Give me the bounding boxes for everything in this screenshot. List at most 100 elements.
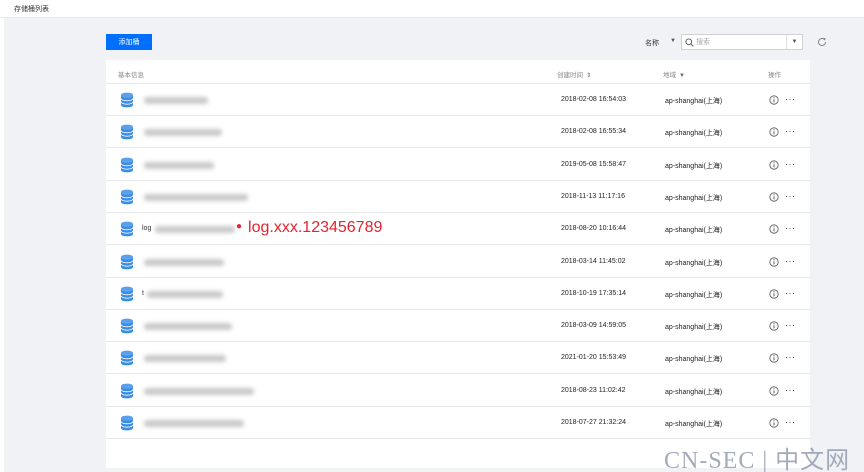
more-icon[interactable]: ··· xyxy=(785,256,796,266)
redacted-name xyxy=(144,129,222,137)
region: ap-shanghai(上海) xyxy=(665,324,723,332)
bucket-icon xyxy=(120,189,134,205)
sort-icon[interactable]: ⇕ xyxy=(586,72,591,79)
annotation-text: log.xxx.123456789 xyxy=(248,219,383,236)
table-row[interactable]: 2018-03-14 11:45:02 ap-shanghai(上海) ··· xyxy=(106,246,810,278)
info-icon[interactable] xyxy=(769,224,779,234)
created-time: 2018-08-20 10:16:44 xyxy=(561,225,626,233)
more-icon[interactable]: ··· xyxy=(785,352,796,362)
filter-caret-icon[interactable]: ▼ xyxy=(670,38,676,44)
refresh-icon[interactable] xyxy=(817,37,827,47)
created-time: 2019-05-08 15:58:47 xyxy=(561,160,626,168)
created-time: 2018-08-23 11:02:42 xyxy=(561,386,626,394)
info-icon[interactable] xyxy=(769,127,779,137)
column-header-operations: 操作 xyxy=(768,72,781,79)
watermark: CN-SEC | 中文网 xyxy=(664,448,851,472)
more-icon[interactable]: ··· xyxy=(785,288,796,298)
region: ap-shanghai(上海) xyxy=(665,421,723,428)
search-input[interactable] xyxy=(696,36,784,48)
region: ap-shanghai(上海) xyxy=(665,291,723,299)
bucket-icon xyxy=(120,383,134,399)
created-time: 2018-11-13 11:17:16 xyxy=(561,192,625,200)
table-row[interactable]: 2018-03-09 14:59:05 ap-shanghai(上海) ··· xyxy=(106,310,810,343)
bucket-icon xyxy=(120,157,134,172)
info-icon[interactable] xyxy=(769,159,779,170)
page-title: 存储桶列表 xyxy=(14,6,49,13)
more-icon[interactable]: ··· xyxy=(785,94,796,104)
more-icon[interactable]: ··· xyxy=(785,191,796,201)
info-icon[interactable] xyxy=(769,386,779,396)
filter-field-label[interactable]: 名称 xyxy=(645,38,659,48)
filter-icon[interactable]: ▼ xyxy=(679,73,685,79)
table-row[interactable]: log 2018-08-20 10:16:44 ap-shanghai(上海) ··· xyxy=(106,213,810,246)
table-row[interactable]: 2019-05-08 15:58:47 ap-shanghai(上海) ··· xyxy=(106,149,810,181)
info-icon[interactable] xyxy=(769,418,779,428)
search-icon xyxy=(685,38,694,47)
column-header-base-info: 基本信息 xyxy=(118,72,144,79)
table-row[interactable]: t 2018-10-19 17:35:14 ap-shanghai(上海) ··· xyxy=(106,278,810,310)
table-row[interactable]: 2018-02-08 16:54:03 ap-shanghai(上海) ··· xyxy=(106,84,810,116)
region: ap-shanghai(上海) xyxy=(665,130,723,138)
more-icon[interactable]: ··· xyxy=(785,159,796,169)
info-icon[interactable] xyxy=(769,95,779,105)
table-row[interactable]: 2018-02-08 16:55:34 ap-shanghai(上海) ··· xyxy=(106,116,810,149)
info-icon[interactable] xyxy=(769,289,779,299)
bucket-icon xyxy=(120,415,134,431)
column-header-created-time[interactable]: 创建时间 ⇕ xyxy=(557,69,591,79)
bucket-icon xyxy=(120,254,134,269)
bucket-name-text: t xyxy=(142,289,144,297)
region: ap-shanghai(上海) xyxy=(665,98,723,105)
column-header-region[interactable]: 地域 ▼ xyxy=(663,69,685,79)
add-bucket-button[interactable]: 添加桶 xyxy=(106,34,152,50)
created-time: 2018-02-08 16:54:03 xyxy=(561,96,626,103)
annotation-label: ● log.xxx.123456789 xyxy=(236,219,382,237)
bucket-icon xyxy=(120,124,134,140)
bucket-icon xyxy=(120,318,134,334)
created-time: 2018-03-14 11:45:02 xyxy=(561,257,626,265)
created-time: 2018-07-27 21:32:24 xyxy=(561,419,626,426)
redacted-name xyxy=(144,323,232,331)
info-icon[interactable] xyxy=(769,256,779,267)
redacted-name xyxy=(144,97,208,104)
region: ap-shanghai(上海) xyxy=(665,227,723,235)
redacted-name xyxy=(144,161,214,169)
bucket-icon xyxy=(120,286,134,302)
search-box[interactable]: ▼ xyxy=(681,34,803,50)
left-strip xyxy=(0,18,4,318)
table-row[interactable]: 2018-11-13 11:17:16 ap-shanghai(上海) ··· xyxy=(106,181,810,213)
table-row[interactable]: 2018-08-23 11:02:42 ap-shanghai(上海) ··· xyxy=(106,375,810,407)
info-icon[interactable] xyxy=(769,321,779,331)
region: ap-shanghai(上海) xyxy=(665,388,723,396)
redacted-name xyxy=(144,420,244,427)
search-dropdown-icon[interactable]: ▼ xyxy=(786,35,802,49)
redacted-name xyxy=(144,387,254,395)
bucket-table: 基本信息 创建时间 ⇕ 地域 ▼ 操作 2018-02-08 16:54:03 ap-… xyxy=(106,60,810,468)
bucket-icon xyxy=(120,92,134,108)
created-time: 2018-03-09 14:59:05 xyxy=(561,322,626,330)
more-icon[interactable]: ··· xyxy=(785,126,796,136)
bucket-icon xyxy=(120,221,134,237)
top-bar: 存储桶列表 xyxy=(0,0,864,18)
more-icon[interactable]: ··· xyxy=(785,385,796,395)
redacted-name xyxy=(144,355,226,363)
region: ap-shanghai(上海) xyxy=(665,356,723,364)
created-time: 2021-01-20 15:53:49 xyxy=(561,354,626,362)
region: ap-shanghai(上海) xyxy=(665,194,723,202)
bucket-icon xyxy=(120,350,134,366)
info-icon[interactable] xyxy=(769,192,779,202)
table-row[interactable]: 2018-07-27 21:32:24 ap-shanghai(上海) ··· xyxy=(106,407,810,439)
region: ap-shanghai(上海) xyxy=(665,259,723,267)
more-icon[interactable]: ··· xyxy=(785,223,796,233)
region: ap-shanghai(上海) xyxy=(665,162,723,170)
table-row[interactable]: 2021-01-20 15:53:49 ap-shanghai(上海) ··· xyxy=(106,342,810,375)
column-header-region-label: 地域 xyxy=(663,72,676,79)
bucket-name-text: log xyxy=(142,225,152,233)
annotation-bullet: ● xyxy=(236,221,243,232)
redacted-name xyxy=(155,226,235,234)
table-header: 基本信息 创建时间 ⇕ 地域 ▼ 操作 xyxy=(106,60,810,84)
created-time: 2018-02-08 16:55:34 xyxy=(561,128,626,136)
more-icon[interactable]: ··· xyxy=(785,417,796,427)
more-icon[interactable]: ··· xyxy=(785,320,796,330)
created-time: 2018-10-19 17:35:14 xyxy=(561,289,626,297)
info-icon[interactable] xyxy=(769,353,779,363)
